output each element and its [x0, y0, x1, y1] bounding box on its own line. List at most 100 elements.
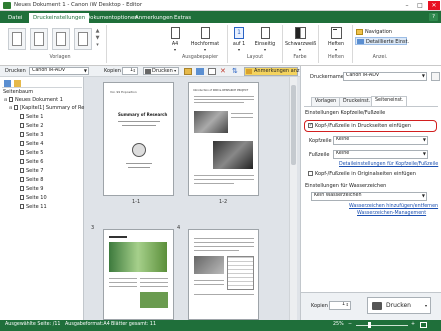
tab-datei[interactable]: Datei [4, 13, 26, 23]
page-icon [20, 123, 24, 128]
expand-icon[interactable] [14, 80, 21, 87]
minimize-button[interactable]: – [401, 1, 413, 10]
ribbon-separator [282, 25, 283, 63]
tree-item-chapter[interactable]: ⊟ [Kapitel1] Summary of Re [9, 104, 84, 112]
printer-name-select[interactable]: Canon iR-ADV ▼ [343, 72, 427, 81]
chevron-down-icon: ▾ [334, 47, 337, 52]
tree-item-page[interactable]: Seite 5 [20, 149, 43, 157]
chevron-down-icon: ▼ [421, 193, 425, 198]
tree-item-document[interactable]: ⊟ Neues Dokument 1 [4, 96, 63, 104]
template-thumb-2[interactable] [30, 28, 48, 50]
show-annotations-button[interactable]: Anmerkungen anz. [244, 67, 301, 76]
page-photo [213, 141, 253, 169]
preview-scrollbar[interactable] [289, 77, 297, 320]
detailed-settings-button[interactable]: Detaillierte Einst. [355, 37, 409, 45]
tree-item-page[interactable]: Seite 2 [20, 122, 43, 130]
navigation-icon [356, 29, 363, 35]
print-toolbar: Drucken Canon iR-ADV ▼ Kopien 1 ⇕ Drucken … [0, 66, 301, 77]
tab-seiteneinst[interactable]: Seiteneinst. [371, 96, 408, 106]
tree-item-page[interactable]: Seite 11 [20, 203, 47, 211]
page-icon [20, 186, 24, 191]
template-thumb-4[interactable] [74, 28, 92, 50]
header-footer-detail-link[interactable]: Detaileinstellungen für Kopfzeile/Fußzei… [339, 162, 438, 167]
ribbon-separator [106, 25, 107, 63]
staple-button[interactable]: Heften ▾ [323, 27, 349, 52]
printer-properties-icon[interactable] [431, 72, 440, 81]
page-icon [20, 204, 24, 209]
tree-item-page[interactable]: Seite 6 [20, 158, 43, 166]
page-photo [140, 292, 168, 308]
print-large-button[interactable]: Drucken ▾ [367, 297, 431, 314]
navigation-button[interactable]: Navigation [355, 28, 407, 36]
tree-view-icon[interactable] [4, 80, 11, 87]
printer-name-label: Druckername: [310, 74, 346, 80]
tree-item-page[interactable]: Seite 10 [20, 194, 47, 202]
detailed-settings-icon [357, 39, 364, 44]
tab-extras[interactable]: Extras [170, 13, 195, 23]
spin-icon[interactable]: ⇕ [346, 302, 349, 308]
open-folder-icon[interactable] [184, 68, 192, 75]
watermark-management-link[interactable]: Wasserzeichen-Management [357, 211, 426, 216]
color-mode-button[interactable]: Schwarzweiß ▾ [285, 27, 316, 52]
preview-page-2[interactable]: Introduction of RND & RESEARCH PROJECT [188, 82, 259, 196]
templates-scroll[interactable]: ▲ ▼ ▾ [94, 28, 101, 50]
template-thumb-1[interactable] [8, 28, 26, 50]
spin-icon[interactable]: ⇕ [133, 68, 136, 74]
chevron-down-icon: ▾ [203, 47, 206, 52]
chevron-down-icon: ▾ [237, 47, 240, 52]
help-icon[interactable]: ? [429, 13, 438, 21]
tree-item-page[interactable]: Seite 9 [20, 185, 43, 193]
zoom-out-icon[interactable]: − [348, 322, 352, 327]
page-icon [20, 132, 24, 137]
tab-druckeinstellungen[interactable]: Druckeinstellungen [29, 13, 90, 23]
footer-select[interactable]: Keine ▼ [333, 150, 428, 159]
move-icon[interactable]: ⇅ [232, 68, 240, 75]
copies-input[interactable]: 1 ⇕ [329, 301, 351, 310]
printer-icon [372, 302, 382, 310]
preview-page-4[interactable] [188, 229, 259, 320]
status-bar: Ausgewählte Seite: /11 Ausgabeformat:A4 … [0, 320, 441, 331]
page-table [227, 256, 254, 290]
orientation-button[interactable]: Hochformat ▾ [188, 27, 222, 52]
page-header: Vol. 99 Exposition [110, 90, 137, 94]
print-button[interactable]: Drucken ▾ [143, 67, 179, 75]
title-bar: Neues Dokument 1 - Canon iW Desktop - Ed… [0, 0, 441, 11]
delete-icon[interactable]: ✕ [220, 68, 228, 75]
copy-icon[interactable] [208, 68, 216, 75]
tree-item-page[interactable]: Seite 4 [20, 140, 43, 148]
printer-select[interactable]: Canon iR-ADV ▼ [29, 67, 89, 75]
watermark-add-remove-link[interactable]: Wasserzeichen hinzufügen/entfernen [349, 204, 438, 209]
maximize-button[interactable]: □ [414, 1, 426, 10]
close-button[interactable]: ✕ [428, 1, 440, 10]
tree-item-page[interactable]: Seite 3 [20, 131, 43, 139]
annotation-icon [246, 69, 252, 74]
tab-vorlagen[interactable]: Vorlagen [311, 97, 341, 106]
save-icon[interactable] [196, 68, 204, 75]
preview-page-1[interactable]: Vol. 99 Exposition Summary of Research [103, 82, 174, 196]
preview-page-3[interactable] [103, 229, 174, 320]
tree-item-page[interactable]: Seite 7 [20, 167, 43, 175]
tree-item-page[interactable]: Seite 1 [20, 113, 43, 121]
duplex-button[interactable]: Einseitig ▾ [252, 27, 278, 52]
header-select[interactable]: Keine ▼ [333, 136, 428, 145]
page-photo [194, 111, 228, 133]
fit-page-icon[interactable] [420, 322, 427, 328]
template-thumb-3[interactable] [52, 28, 70, 50]
header-label: Kopfzeile [309, 138, 332, 144]
zoom-slider-thumb[interactable] [368, 322, 371, 328]
page-icon [20, 195, 24, 200]
tree-item-page[interactable]: Seite 8 [20, 176, 43, 184]
zoom-slider[interactable] [356, 325, 408, 326]
insert-header-footer-print-checkbox[interactable]: ✓ Kopf-/Fußzeile in Druckseiten einfügen [308, 123, 411, 129]
print-footer: Kopien 1 ⇕ Drucken ▾ [301, 292, 441, 320]
scrollbar-thumb[interactable] [291, 85, 296, 165]
insert-header-footer-original-checkbox[interactable]: Kopf-/Fußzeile in Originalseiten einfüge… [308, 171, 416, 177]
papersize-button[interactable]: A4 ▾ [165, 27, 185, 52]
copies-label: Kopien [311, 303, 328, 309]
watermark-select[interactable]: Kein Wasserzeichen ▼ [311, 192, 427, 201]
zoom-in-icon[interactable]: + [411, 322, 415, 327]
tab-druckeinst[interactable]: Druckeinst. [339, 97, 375, 106]
pages-per-sheet-button[interactable]: 1 auf 1 ▾ [229, 27, 249, 52]
chevron-down-icon: ▼ [422, 151, 426, 156]
copies-input[interactable]: 1 ⇕ [122, 67, 138, 75]
